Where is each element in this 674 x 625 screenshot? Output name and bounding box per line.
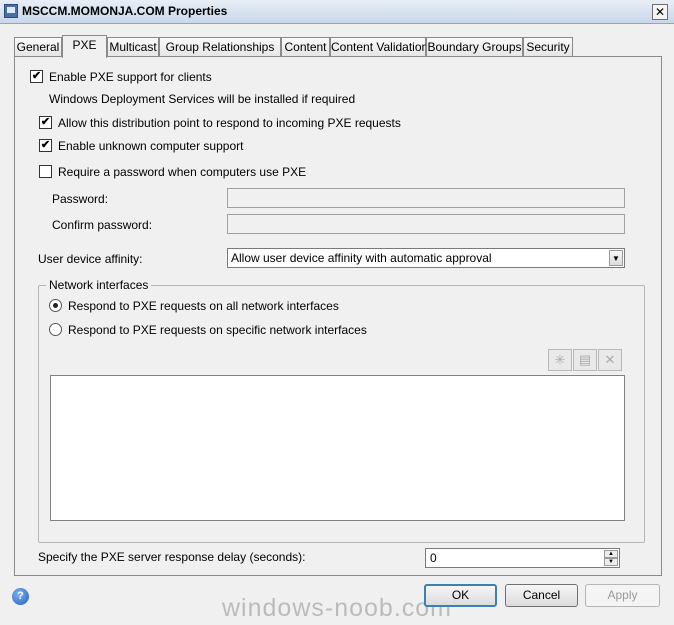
user-device-affinity-dropdown[interactable]: Allow user device affinity with automati…: [227, 248, 625, 268]
wds-note: Windows Deployment Services will be inst…: [49, 92, 356, 106]
tab-group-relationships[interactable]: Group Relationships: [159, 37, 281, 57]
respond-all-radio[interactable]: [49, 299, 62, 312]
user-device-affinity-label: User device affinity:: [38, 252, 143, 266]
tab-general[interactable]: General: [14, 37, 62, 57]
chevron-down-icon[interactable]: ▼: [609, 250, 623, 266]
tab-boundary-groups[interactable]: Boundary Groups: [426, 37, 523, 57]
require-password-label: Require a password when computers use PX…: [58, 165, 307, 179]
close-button[interactable]: ✕: [652, 4, 668, 20]
title-bar: MSCCM.MOMONJA.COM Properties ✕: [0, 0, 674, 24]
delete-x-icon: ✕: [604, 352, 616, 367]
tab-content-validation[interactable]: Content Validation: [330, 37, 428, 57]
enable-pxe-label: Enable PXE support for clients: [49, 70, 212, 84]
apply-button[interactable]: Apply: [585, 584, 660, 607]
properties-icon: ▤: [578, 352, 592, 367]
unknown-computer-label: Enable unknown computer support: [58, 139, 244, 153]
tab-multicast[interactable]: Multicast: [107, 37, 159, 57]
tab-security[interactable]: Security: [523, 37, 573, 57]
watermark-text: windows-noob.com: [222, 594, 452, 622]
delete-interface-button[interactable]: ✕: [598, 349, 622, 371]
window-title: MSCCM.MOMONJA.COM Properties: [22, 4, 228, 18]
require-password-checkbox[interactable]: [39, 165, 52, 178]
pxe-tab-panel: ✔ Enable PXE support for clients Windows…: [14, 56, 662, 576]
spinner-buttons[interactable]: ▲ ▼: [604, 550, 618, 566]
enable-pxe-checkbox[interactable]: ✔: [30, 70, 43, 83]
ok-button[interactable]: OK: [424, 584, 497, 607]
confirm-password-field[interactable]: [227, 214, 625, 234]
add-star-icon: ✳: [554, 352, 566, 367]
respond-specific-radio[interactable]: [49, 323, 62, 336]
respond-specific-label: Respond to PXE requests on specific netw…: [68, 323, 367, 337]
response-delay-spinner[interactable]: 0 ▲ ▼: [425, 548, 620, 568]
add-interface-button[interactable]: ✳: [548, 349, 572, 371]
allow-respond-checkbox[interactable]: ✔: [39, 116, 52, 129]
unknown-computer-checkbox[interactable]: ✔: [39, 139, 52, 152]
interface-properties-button[interactable]: ▤: [573, 349, 597, 371]
network-interfaces-legend: Network interfaces: [46, 278, 152, 292]
response-delay-value: 0: [430, 551, 437, 565]
help-icon[interactable]: ?: [12, 588, 29, 605]
cancel-button[interactable]: Cancel: [505, 584, 578, 607]
allow-respond-label: Allow this distribution point to respond…: [58, 116, 401, 130]
user-device-affinity-value: Allow user device affinity with automati…: [231, 251, 492, 265]
properties-window-icon: [4, 4, 18, 18]
tab-content[interactable]: Content: [281, 37, 330, 57]
network-interfaces-list[interactable]: [50, 375, 625, 521]
spin-up-icon[interactable]: ▲: [604, 550, 618, 558]
confirm-password-label: Confirm password:: [52, 218, 153, 232]
tab-pxe[interactable]: PXE: [62, 35, 107, 58]
spin-down-icon[interactable]: ▼: [604, 558, 618, 566]
password-label: Password:: [52, 192, 109, 206]
password-field[interactable]: [227, 188, 625, 208]
respond-all-label: Respond to PXE requests on all network i…: [68, 299, 339, 313]
response-delay-label: Specify the PXE server response delay (s…: [38, 550, 306, 564]
